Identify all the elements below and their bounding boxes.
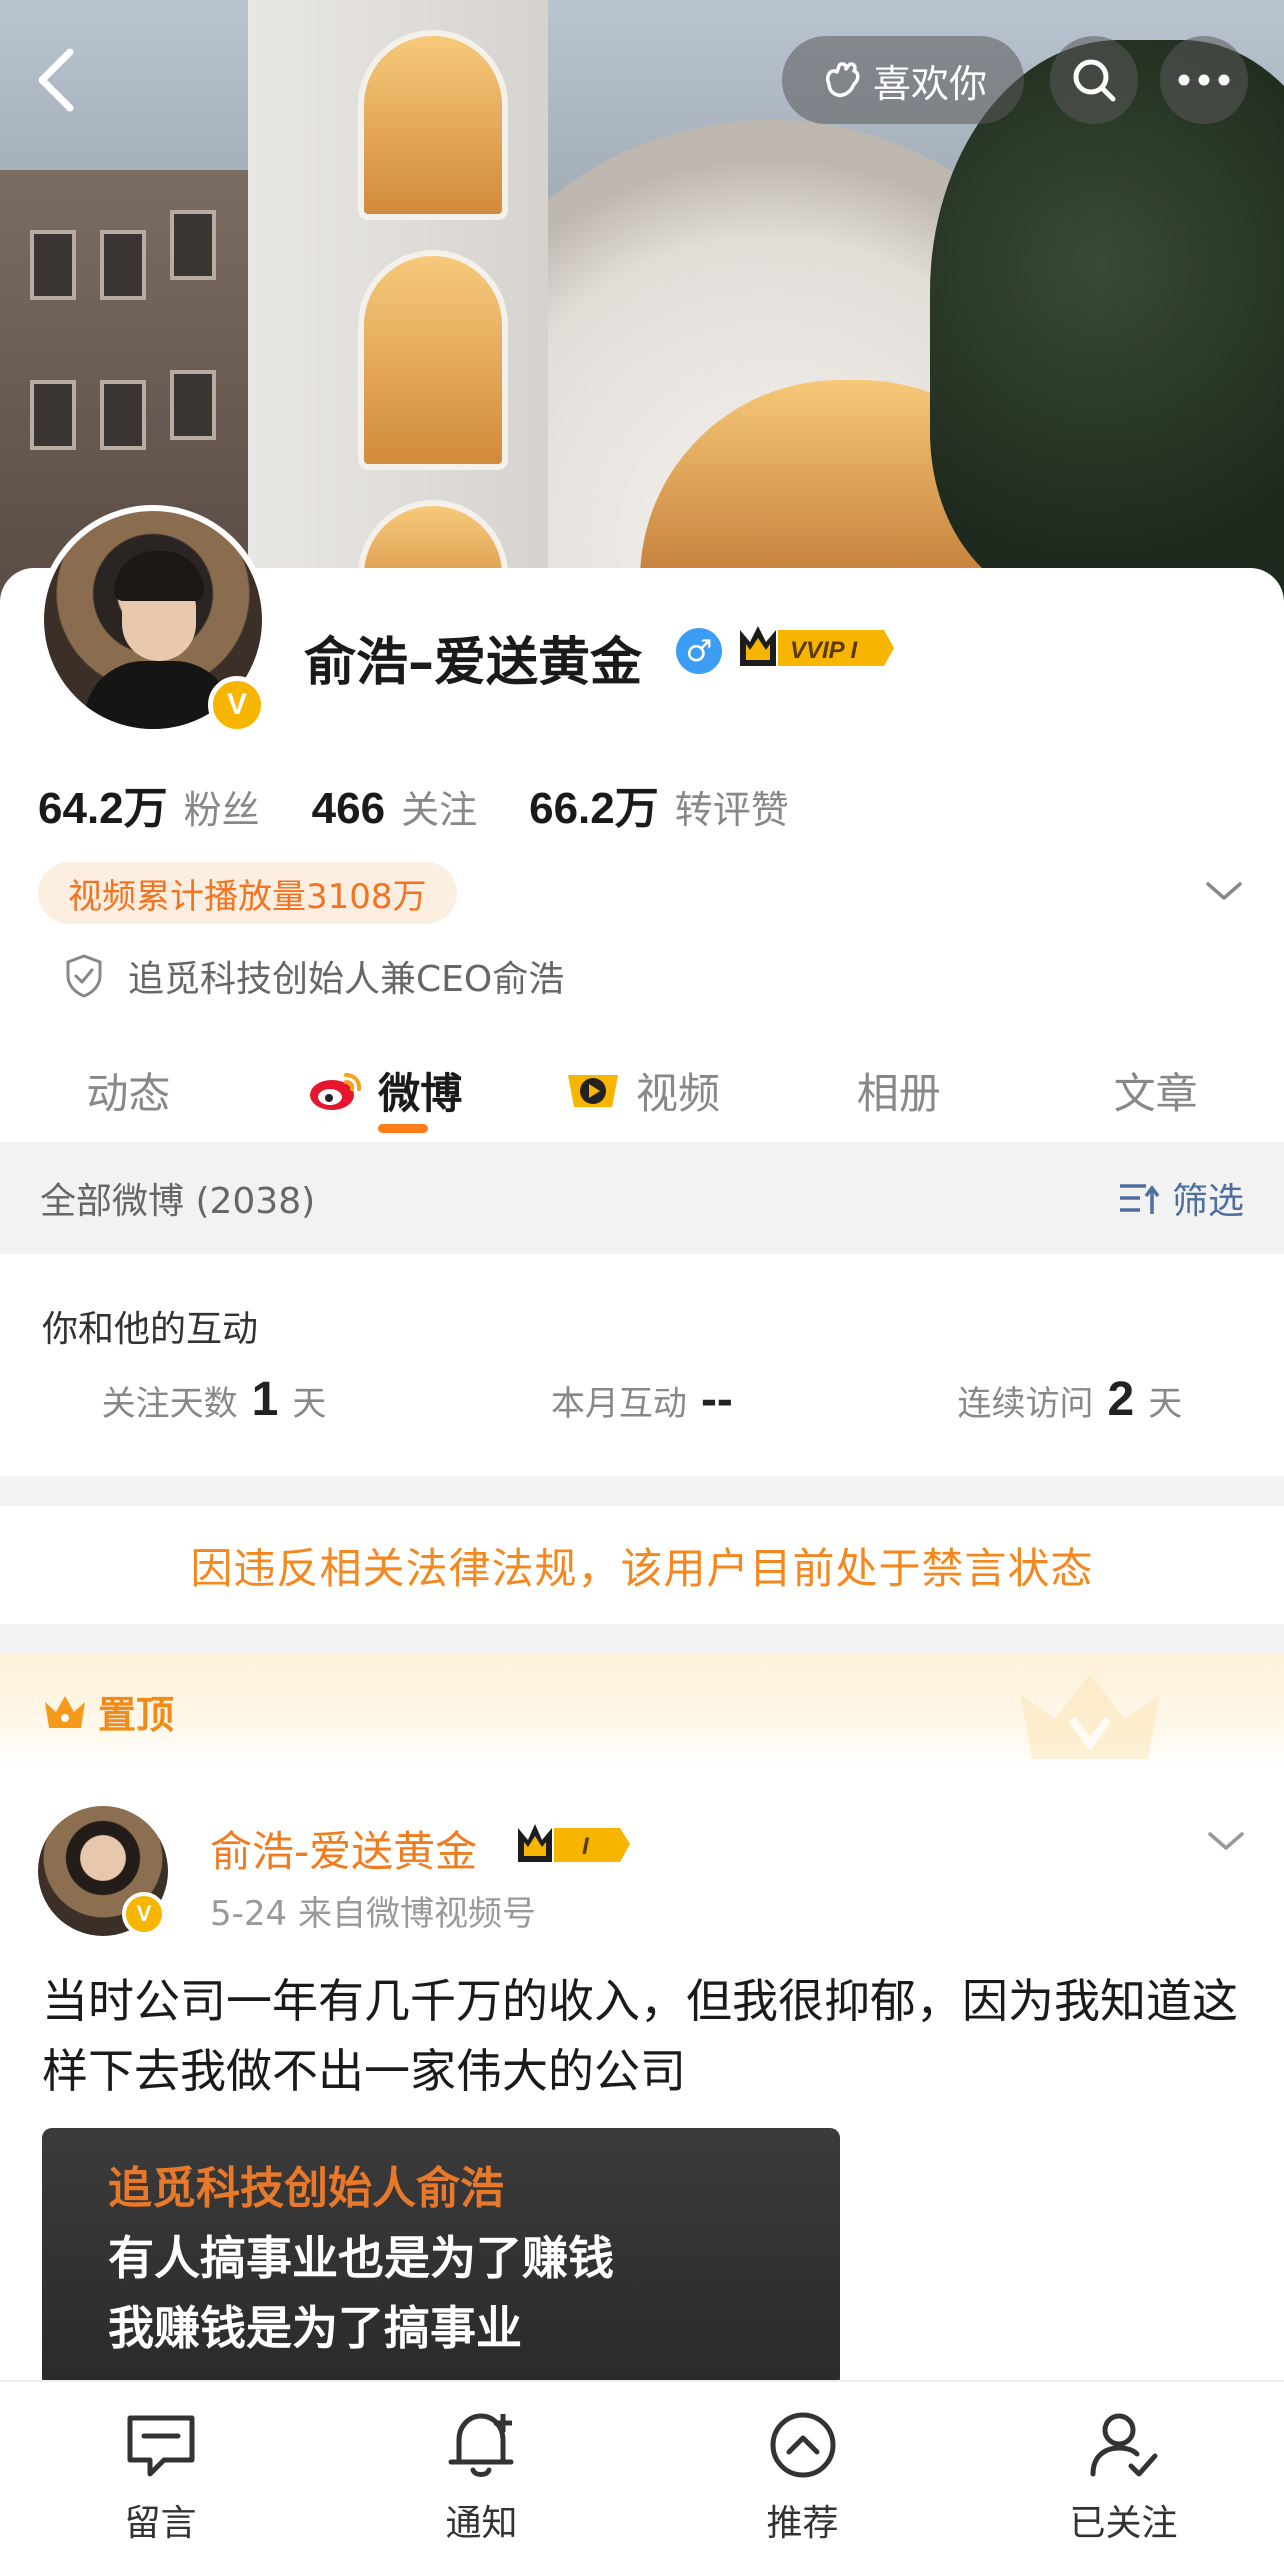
- follow-days: 关注天数 1 天: [0, 1372, 428, 1427]
- tab-label: 相册: [856, 1068, 941, 1118]
- video-play-count-badge[interactable]: 视频累计播放量3108万: [38, 862, 457, 924]
- post-menu-chevron-icon[interactable]: [1206, 1828, 1246, 1856]
- bottom-nav: 留言 通知 推荐 已关注: [0, 2380, 1284, 2571]
- gesture-icon: [825, 62, 860, 97]
- vvip-badge-icon[interactable]: VVIP I: [736, 622, 896, 672]
- following-count[interactable]: 466: [312, 784, 385, 834]
- thumb-line-2: 有人搞事业也是为了赚钱: [108, 2231, 614, 2285]
- thumb-line-3: 我赚钱是为了搞事业: [108, 2301, 522, 2355]
- divider: [0, 1476, 1284, 1506]
- follow-days-label: 关注天数: [101, 1384, 238, 1424]
- post-verified-badge: V: [122, 1892, 166, 1936]
- message-icon: [127, 2415, 194, 2477]
- weibo-logo-icon: [310, 1073, 362, 1110]
- interaction-title: 你和他的互动: [42, 1309, 259, 1350]
- tab-label: 动态: [86, 1068, 171, 1118]
- male-gender-icon: ♂: [676, 628, 722, 674]
- reposts-likes-count: 66.2万: [529, 784, 659, 833]
- nav-recommend[interactable]: 推荐: [642, 2382, 963, 2571]
- consecutive-visits-label: 连续访问: [957, 1384, 1094, 1424]
- fans-count[interactable]: 64.2万: [38, 772, 168, 836]
- post-author-name[interactable]: 俞浩-爱送黄金: [210, 1818, 477, 1879]
- nav-label: 留言: [124, 2503, 197, 2544]
- tab-dynamic[interactable]: 动态: [0, 1040, 257, 1140]
- search-icon: [1073, 59, 1116, 102]
- follow-days-value: 1: [251, 1373, 279, 1426]
- certification-line: 追觅科技创始人兼CEO俞浩: [62, 950, 564, 1002]
- followed-user-icon: [1090, 2413, 1157, 2477]
- certification-text: 追觅科技创始人兼CEO俞浩: [128, 959, 565, 1000]
- vvip-label: VVIP I: [790, 637, 858, 664]
- tab-label: 视频: [635, 1068, 720, 1118]
- pinned-text: 置顶: [98, 1693, 175, 1737]
- consecutive-visits-value: 2: [1107, 1373, 1135, 1426]
- consecutive-visits-unit: 天: [1148, 1384, 1183, 1424]
- top-bar: 喜欢你: [0, 30, 1284, 130]
- nav-label: 已关注: [1069, 2503, 1178, 2544]
- filter-button[interactable]: 筛选: [1118, 1172, 1244, 1224]
- like-you-button[interactable]: 喜欢你: [782, 36, 1024, 124]
- monthly-interaction: 本月互动 --: [428, 1372, 856, 1427]
- bell-icon: [448, 2413, 513, 2477]
- reposts-likes-label: 转评赞: [674, 788, 789, 832]
- post-video-thumbnail[interactable]: 追觅科技创始人俞浩 有人搞事业也是为了赚钱 我赚钱是为了搞事业: [42, 2128, 840, 2388]
- monthly-interaction-label: 本月互动: [550, 1384, 687, 1424]
- profile-tabs: 动态 微博 视频 相册 文章: [0, 1040, 1284, 1140]
- fans-label[interactable]: 粉丝: [184, 779, 260, 834]
- verified-badge: V: [208, 676, 266, 734]
- more-button[interactable]: [1160, 36, 1248, 124]
- back-button[interactable]: [28, 42, 92, 118]
- more-dots-icon: [1178, 74, 1230, 86]
- post-text[interactable]: 当时公司一年有几千万的收入，但我很抑郁，因为我知道这样下去我做不出一家伟大的公司: [42, 1966, 1242, 2106]
- crown-watermark-icon: [1020, 1674, 1160, 1759]
- search-button[interactable]: [1050, 36, 1138, 124]
- chevron-down-icon[interactable]: [1204, 876, 1244, 906]
- tab-article[interactable]: 文章: [1027, 1040, 1284, 1140]
- nav-followed[interactable]: 已关注: [963, 2382, 1284, 2571]
- nav-notify[interactable]: 通知: [321, 2382, 642, 2571]
- consecutive-visits: 连续访问 2 天: [856, 1372, 1284, 1427]
- tab-label: 文章: [1113, 1068, 1198, 1118]
- active-tab-indicator: [378, 1124, 428, 1133]
- profile-name: 俞浩–爱送黄金: [304, 633, 643, 693]
- ban-notice: 因违反相关法律法规，该用户目前处于禁言状态: [0, 1506, 1284, 1624]
- interaction-panel: 你和他的互动 关注天数 1 天 本月互动 -- 连续访问 2 天: [0, 1254, 1284, 1476]
- divider: [0, 1624, 1284, 1654]
- following-label[interactable]: 关注: [401, 779, 477, 834]
- filter-label: 筛选: [1171, 1181, 1244, 1222]
- like-you-label: 喜欢你: [872, 61, 987, 106]
- thumb-line-1: 追觅科技创始人俞浩: [108, 2163, 504, 2214]
- recommend-icon: [770, 2412, 835, 2478]
- post-meta: 5-24 来自微博视频号: [210, 1894, 536, 1934]
- monthly-interaction-value: --: [700, 1373, 733, 1426]
- filter-sort-icon: [1119, 1184, 1160, 1214]
- nav-label: 推荐: [766, 2503, 839, 2544]
- nav-message[interactable]: 留言: [0, 2382, 321, 2571]
- tab-album[interactable]: 相册: [770, 1040, 1027, 1140]
- pinned-header: 置顶: [0, 1654, 1284, 1764]
- video-channel-icon: [567, 1075, 618, 1107]
- shield-check-icon: [66, 954, 102, 998]
- follow-days-unit: 天: [292, 1384, 327, 1424]
- tab-label: 微博: [378, 1068, 463, 1118]
- back-arrow-icon: [38, 48, 74, 112]
- tab-video[interactable]: 视频: [514, 1040, 771, 1140]
- filter-bar: 全部微博 (2038) 筛选: [0, 1142, 1284, 1254]
- nav-label: 通知: [445, 2503, 518, 2544]
- profile-stats: 64.2万 粉丝 466 关注 66.2万 转评赞: [38, 772, 841, 836]
- pinned-label: 置顶: [42, 1684, 174, 1739]
- crown-icon: [45, 1695, 85, 1728]
- all-weibo-count[interactable]: 全部微博 (2038): [40, 1172, 315, 1224]
- vip-badge-icon[interactable]: I: [516, 1822, 634, 1866]
